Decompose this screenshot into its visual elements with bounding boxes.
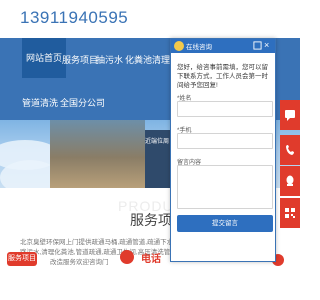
message-icon — [285, 110, 295, 121]
banner-caption: 近端位周 — [145, 139, 170, 145]
chat-title: 在线咨询 — [186, 44, 212, 51]
chat-logo-icon — [174, 41, 184, 51]
close-icon[interactable]: × — [264, 40, 269, 50]
name-field[interactable] — [177, 101, 273, 117]
phone-field[interactable] — [177, 133, 273, 149]
chat-greeting: 您好，给咨事前需填，您可以留下联系方式，工作人员会第一时间给予您回复! — [177, 64, 268, 89]
submit-button[interactable]: 提交留言 — [177, 215, 273, 232]
services-button[interactable]: 服务项目 — [7, 252, 37, 266]
nav-item-services[interactable]: 服务项目 — [62, 53, 98, 66]
float-qrcode[interactable] — [280, 198, 300, 228]
float-qq[interactable] — [280, 166, 300, 196]
hotline-number: 13911940595 — [20, 8, 129, 27]
qq-icon — [286, 175, 294, 186]
float-contact[interactable] — [280, 100, 300, 130]
call-button[interactable]: 电话 — [141, 250, 161, 265]
phone-icon — [120, 250, 134, 264]
nav-item-home[interactable]: 网站首页 — [22, 38, 67, 78]
phone-icon — [286, 145, 294, 155]
message-field[interactable] — [177, 165, 273, 209]
chat-widget: 在线咨询 × 您好，给咨事前需填，您可以留下联系方式，工作人员会第一时间给予您回… — [170, 38, 276, 262]
nav-item-septic[interactable]: 化粪池清理 — [125, 53, 170, 66]
nav-item-pipe-cleaning[interactable]: 管道清洗 — [22, 96, 58, 109]
qrcode-icon — [285, 208, 295, 218]
chat-header: 在线咨询 × — [171, 39, 275, 53]
nav-item-branches[interactable]: 全国分公司 — [60, 96, 105, 109]
minimize-icon[interactable] — [253, 41, 262, 50]
services-desc-line: 北京臭壁环保网上门提供疏通马桶,疏通管道,疏通下水道,通下 — [20, 239, 195, 246]
header: 13911940595 — [0, 0, 300, 38]
float-phone[interactable] — [280, 135, 300, 165]
worker-photo — [50, 120, 190, 188]
nav-item-sewage[interactable]: 抽污水 — [96, 53, 123, 66]
